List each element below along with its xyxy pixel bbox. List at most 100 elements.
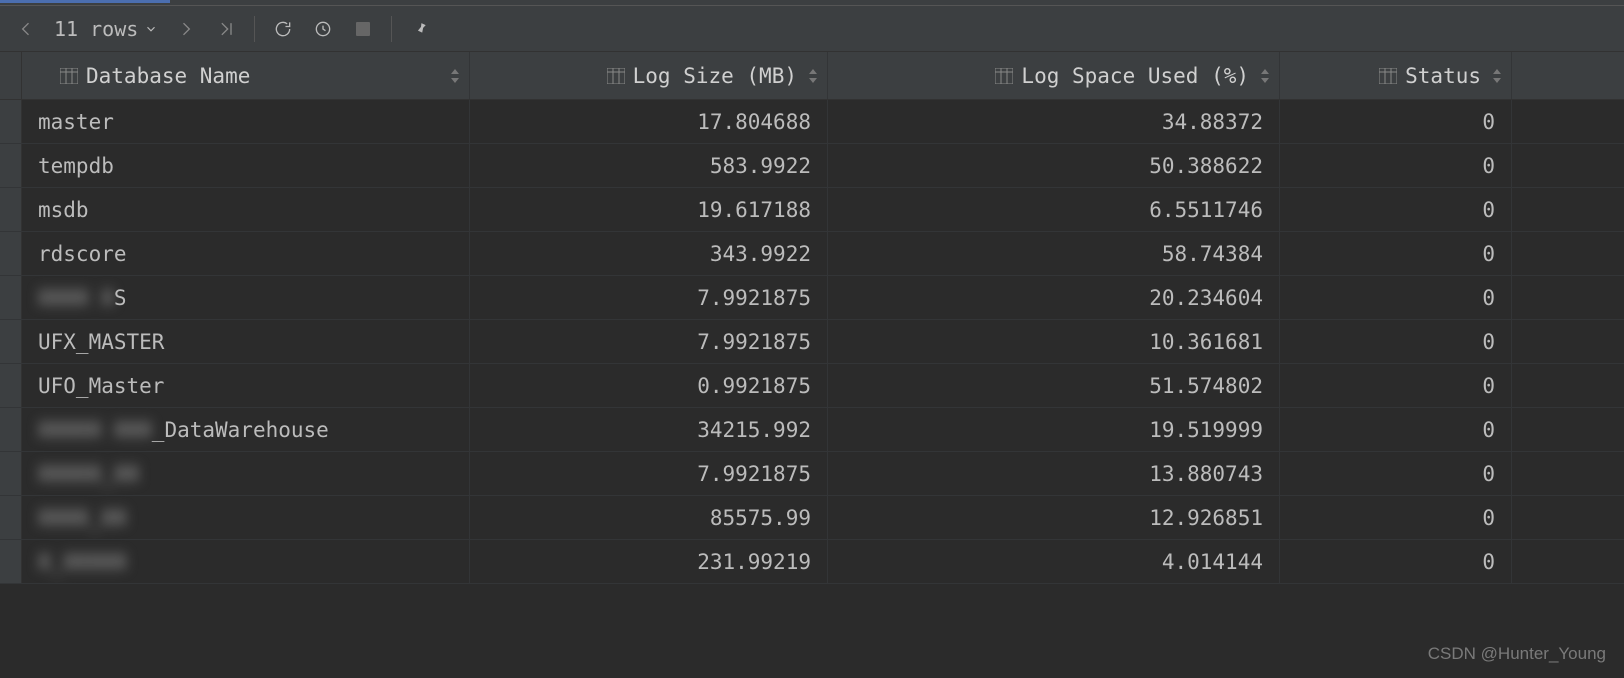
cell-log-space-used[interactable]: 12.926851 — [828, 496, 1280, 539]
pin-tab-button[interactable] — [402, 11, 438, 47]
cell-status[interactable]: 0 — [1280, 276, 1512, 319]
cell-log-space-used[interactable]: 13.880743 — [828, 452, 1280, 495]
table-row[interactable]: XXXX XS7.992187520.2346040 — [0, 276, 1624, 320]
column-icon — [60, 68, 78, 84]
column-label: Log Size (MB) — [633, 64, 797, 88]
cell-log-size[interactable]: 7.9921875 — [470, 276, 828, 319]
cell-database-name[interactable]: tempdb — [22, 144, 470, 187]
table-row[interactable]: msdb19.6171886.55117460 — [0, 188, 1624, 232]
cell-log-size[interactable]: 7.9921875 — [470, 452, 828, 495]
column-label: Database Name — [86, 64, 250, 88]
footer: CSDN @Hunter_Young — [0, 630, 1624, 678]
column-label: Status — [1405, 64, 1481, 88]
column-header-log-size[interactable]: Log Size (MB) — [470, 52, 828, 99]
table-row[interactable]: rdscore343.992258.743840 — [0, 232, 1624, 276]
cell-log-space-used[interactable]: 6.5511746 — [828, 188, 1280, 231]
cell-log-size[interactable]: 85575.99 — [470, 496, 828, 539]
cell-status[interactable]: 0 — [1280, 232, 1512, 275]
row-gutter — [0, 144, 22, 187]
last-page-button — [208, 11, 244, 47]
cell-log-space-used[interactable]: 58.74384 — [828, 232, 1280, 275]
cell-log-size[interactable]: 343.9922 — [470, 232, 828, 275]
row-gutter — [0, 100, 22, 143]
cell-status[interactable]: 0 — [1280, 364, 1512, 407]
cell-database-name[interactable]: UFO_Master — [22, 364, 470, 407]
cell-log-space-used[interactable]: 34.88372 — [828, 100, 1280, 143]
table-row[interactable]: X_XXXXX231.992194.0141440 — [0, 540, 1624, 584]
chevron-right-icon — [176, 19, 196, 39]
row-gutter — [0, 452, 22, 495]
cell-database-name[interactable]: XXXX XS — [22, 276, 470, 319]
chevron-right-bar-icon — [216, 19, 236, 39]
cell-database-name[interactable]: XXXXX_XX — [22, 452, 470, 495]
cell-log-size[interactable]: 231.99219 — [470, 540, 828, 583]
active-tab-indicator — [0, 0, 170, 3]
cell-log-space-used[interactable]: 10.361681 — [828, 320, 1280, 363]
rows-count-dropdown[interactable]: 11 rows — [48, 17, 164, 41]
cell-status[interactable]: 0 — [1280, 540, 1512, 583]
cell-database-name[interactable]: rdscore — [22, 232, 470, 275]
column-icon — [995, 68, 1013, 84]
row-gutter — [0, 188, 22, 231]
cell-log-space-used[interactable]: 19.519999 — [828, 408, 1280, 451]
reload-button[interactable] — [265, 11, 301, 47]
sort-indicator — [449, 68, 461, 84]
table-row[interactable]: XXXXX_XX7.992187513.8807430 — [0, 452, 1624, 496]
table-row[interactable]: XXXXX XXX_DataWarehouse34215.99219.51999… — [0, 408, 1624, 452]
toolbar-separator — [254, 16, 255, 42]
cell-status[interactable]: 0 — [1280, 452, 1512, 495]
cell-log-size[interactable]: 583.9922 — [470, 144, 828, 187]
cell-status[interactable]: 0 — [1280, 320, 1512, 363]
cell-database-name[interactable]: XXXX_XX — [22, 496, 470, 539]
cell-database-name[interactable]: XXXXX XXX_DataWarehouse — [22, 408, 470, 451]
cell-log-space-used[interactable]: 20.234604 — [828, 276, 1280, 319]
cell-log-size[interactable]: 0.9921875 — [470, 364, 828, 407]
results-grid: Database Name Log Size (MB) Log Space Us… — [0, 52, 1624, 584]
cell-status[interactable]: 0 — [1280, 496, 1512, 539]
stop-icon — [356, 22, 370, 36]
cell-database-name[interactable]: UFX_MASTER — [22, 320, 470, 363]
table-row[interactable]: XXXX_XX85575.9912.9268510 — [0, 496, 1624, 540]
cell-database-name[interactable]: msdb — [22, 188, 470, 231]
cell-database-name[interactable]: master — [22, 100, 470, 143]
table-row[interactable]: UFX_MASTER7.992187510.3616810 — [0, 320, 1624, 364]
cell-database-name[interactable]: X_XXXXX — [22, 540, 470, 583]
row-gutter — [0, 540, 22, 583]
sort-indicator — [807, 68, 819, 84]
cell-log-size[interactable]: 7.9921875 — [470, 320, 828, 363]
cell-log-space-used[interactable]: 50.388622 — [828, 144, 1280, 187]
next-page-button — [168, 11, 204, 47]
row-gutter-header — [0, 52, 22, 99]
column-header-status[interactable]: Status — [1280, 52, 1512, 99]
row-gutter — [0, 496, 22, 539]
chevron-down-icon — [144, 22, 158, 36]
cell-log-size[interactable]: 19.617188 — [470, 188, 828, 231]
cell-log-size[interactable]: 34215.992 — [470, 408, 828, 451]
chevron-left-icon — [16, 19, 36, 39]
cancel-query-button[interactable] — [305, 11, 341, 47]
row-gutter — [0, 320, 22, 363]
table-row[interactable]: tempdb583.992250.3886220 — [0, 144, 1624, 188]
table-header-row: Database Name Log Size (MB) Log Space Us… — [0, 52, 1624, 100]
column-header-log-space-used[interactable]: Log Space Used (%) — [828, 52, 1280, 99]
cell-log-space-used[interactable]: 4.014144 — [828, 540, 1280, 583]
row-gutter — [0, 364, 22, 407]
cell-status[interactable]: 0 — [1280, 408, 1512, 451]
column-icon — [607, 68, 625, 84]
rows-count-label: 11 rows — [54, 17, 138, 41]
column-header-database-name[interactable]: Database Name — [22, 52, 470, 99]
row-gutter — [0, 408, 22, 451]
reload-icon — [273, 19, 293, 39]
sort-indicator — [1491, 68, 1503, 84]
toolbar-separator — [391, 16, 392, 42]
stop-button — [345, 11, 381, 47]
cell-status[interactable]: 0 — [1280, 144, 1512, 187]
table-row[interactable]: UFO_Master0.992187551.5748020 — [0, 364, 1624, 408]
cell-status[interactable]: 0 — [1280, 100, 1512, 143]
sort-indicator — [1259, 68, 1271, 84]
cell-log-space-used[interactable]: 51.574802 — [828, 364, 1280, 407]
cell-status[interactable]: 0 — [1280, 188, 1512, 231]
table-row[interactable]: master17.80468834.883720 — [0, 100, 1624, 144]
cell-log-size[interactable]: 17.804688 — [470, 100, 828, 143]
toolbar: 11 rows — [0, 6, 1624, 52]
